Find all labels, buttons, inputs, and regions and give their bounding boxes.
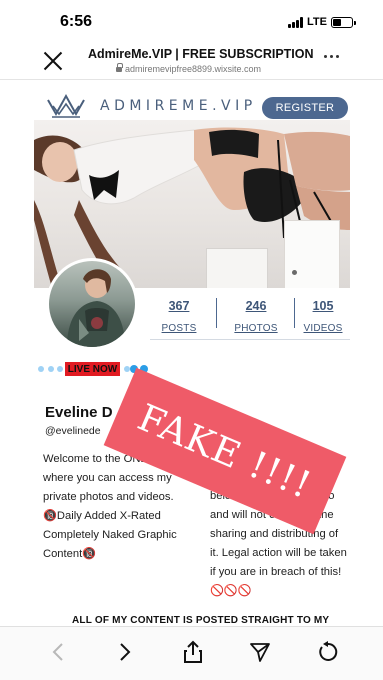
live-dot — [57, 366, 63, 372]
close-icon[interactable] — [42, 50, 64, 72]
status-bar: 6:56 LTE — [0, 0, 383, 44]
site-header: ADMIREME.VIP REGISTER — [34, 86, 350, 124]
live-dot — [48, 366, 54, 372]
stat-videos[interactable]: 105 VIDEOS — [300, 299, 346, 334]
avatar-illustration — [67, 269, 125, 347]
bio-line: private photos and videos. — [43, 491, 174, 503]
avatar-photo — [49, 261, 135, 347]
hero-knob — [292, 270, 297, 275]
site-logo-text[interactable]: ADMIREME.VIP — [100, 98, 257, 114]
stat-videos-label: VIDEOS — [303, 323, 343, 334]
hero-cabinet — [284, 220, 340, 288]
live-now-badge[interactable]: LIVE NOW — [65, 362, 120, 376]
stat-divider — [294, 298, 295, 328]
signal-icon — [288, 16, 304, 28]
profile-name: Eveline D — [45, 404, 113, 421]
reload-icon[interactable] — [315, 639, 341, 665]
register-button[interactable]: REGISTER — [262, 97, 348, 119]
bio-line: Completely Naked Graphic — [43, 529, 177, 541]
status-indicators: LTE — [288, 16, 356, 28]
share-icon[interactable] — [180, 639, 206, 665]
more-horizontal-icon[interactable] — [324, 55, 339, 58]
lock-icon — [116, 63, 123, 73]
hero-box — [206, 248, 268, 288]
stat-divider — [216, 298, 217, 328]
bio-line: Content🔞 — [43, 548, 97, 560]
battery-level — [333, 18, 342, 26]
page-title: AdmireMe.VIP | FREE SUBSCRIPTION — [88, 47, 314, 61]
send-icon[interactable] — [247, 639, 273, 665]
network-label: LTE — [307, 16, 327, 28]
stat-videos-value: 105 — [312, 299, 334, 313]
bio-line: 🔞Daily Added X-Rated — [43, 510, 161, 522]
crown-icon — [47, 93, 85, 118]
stat-posts-label: POSTS — [161, 323, 197, 334]
stat-photos-value: 246 — [245, 299, 267, 313]
status-time: 6:56 — [60, 13, 93, 30]
stat-photos[interactable]: 246 PHOTOS — [229, 299, 283, 334]
back-arrow-icon[interactable] — [45, 639, 71, 665]
stats-underline — [150, 339, 350, 340]
stat-posts[interactable]: 367 POSTS — [156, 299, 202, 334]
browser-header: AdmireMe.VIP | FREE SUBSCRIPTION admirem… — [0, 44, 383, 80]
avatar[interactable] — [46, 258, 138, 350]
bio-line: 🚫🚫🚫 — [210, 585, 252, 597]
page-url[interactable]: admiremevipfree8899.wixsite.com — [125, 64, 261, 74]
bio-line: it. Legal action will be taken — [210, 547, 347, 559]
bio-line: if you are in breach of this! — [210, 566, 342, 578]
bio-line: sharing and distributing of — [210, 528, 339, 540]
posted-heading: ALL OF MY CONTENT IS POSTED STRAIGHT TO … — [72, 615, 330, 626]
forward-arrow-icon[interactable] — [112, 639, 138, 665]
stat-photos-label: PHOTOS — [234, 323, 278, 334]
browser-toolbar — [0, 626, 383, 680]
battery-icon — [331, 16, 356, 28]
profile-handle: @evelinede — [45, 425, 101, 437]
stat-posts-value: 367 — [168, 299, 190, 313]
live-dot — [38, 366, 44, 372]
